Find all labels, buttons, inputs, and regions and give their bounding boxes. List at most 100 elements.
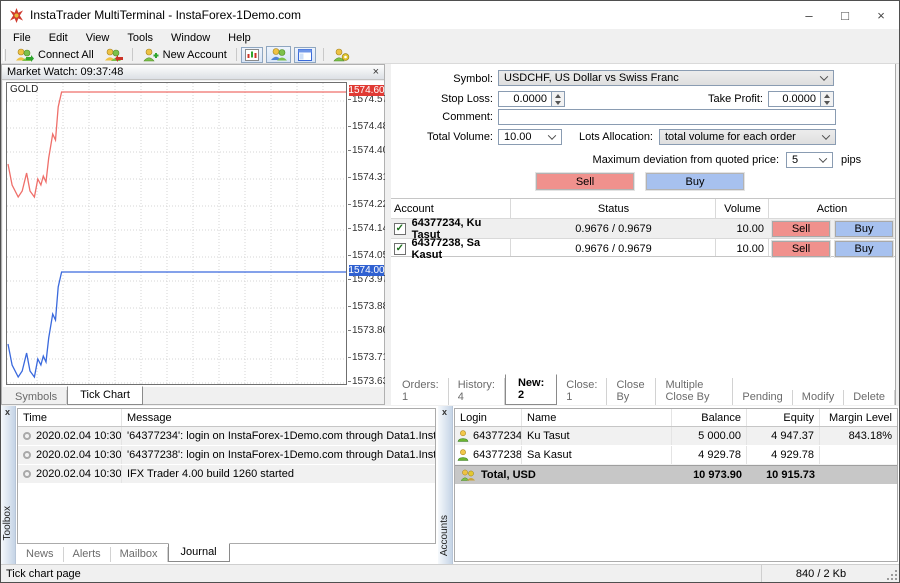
trade-tab-close-1[interactable]: Close: 1 [557, 378, 607, 405]
journal-row[interactable]: 2020.02.04 10:30:4...'64377238': login o… [18, 446, 435, 465]
column-header-volume[interactable]: Volume [716, 199, 769, 218]
take-profit-down-icon[interactable] [821, 99, 833, 106]
toolbox-tab-alerts[interactable]: Alerts [64, 547, 111, 562]
maximize-button[interactable]: □ [827, 1, 863, 29]
row-buy-button[interactable]: Buy [835, 241, 893, 257]
trade-tab-modify[interactable]: Modify [793, 390, 844, 405]
menu-item-tools[interactable]: Tools [118, 31, 162, 45]
trade-panel: Symbol: USDCHF, US Dollar vs Swiss Franc… [391, 64, 896, 405]
trade-row-account[interactable]: ✓ 64377238, Sa Kasut [394, 239, 509, 258]
chevron-down-icon [820, 72, 828, 80]
column-header-account[interactable]: Account [394, 199, 509, 218]
column-header-message[interactable]: Message [122, 409, 435, 426]
column-header-status[interactable]: Status [511, 199, 716, 218]
minimize-button[interactable]: – [791, 1, 827, 29]
tab-symbols[interactable]: Symbols [6, 390, 67, 405]
toolbox-close-icon[interactable]: x [5, 407, 10, 417]
account-checkbox[interactable]: ✓ [394, 243, 406, 255]
journal-time: 2020.02.04 10:30:4... [36, 430, 122, 442]
trade-tab-close-by[interactable]: Close By [607, 378, 656, 405]
status-bar: Tick chart page 840 / 2 Kb [1, 564, 899, 582]
account-margin-level: 843.18% [820, 427, 897, 445]
column-header-login[interactable]: Login [455, 409, 522, 426]
column-header-action[interactable]: Action [769, 199, 895, 218]
take-profit-up-icon[interactable] [821, 92, 833, 99]
trade-tab-delete[interactable]: Delete [844, 390, 895, 405]
deviation-unit-label: pips [841, 154, 861, 166]
menu-item-view[interactable]: View [77, 31, 119, 45]
toolbox-tab-mailbox[interactable]: Mailbox [111, 547, 168, 562]
journal-row[interactable]: 2020.02.04 10:30:4...'64377234': login o… [18, 427, 435, 446]
row-buy-button[interactable]: Buy [835, 221, 893, 237]
toolbox-tab-journal[interactable]: Journal [168, 543, 230, 562]
toolbox-tab-news[interactable]: News [17, 547, 64, 562]
accounts-side-strip: x Accounts [438, 406, 453, 564]
price-axis-label: 1574.14 [352, 223, 388, 234]
account-label: 64377238, Sa Kasut [412, 237, 509, 261]
accounts-total-row: Total, USD 10 973.90 10 915.73 [455, 465, 897, 484]
column-header-equity[interactable]: Equity [747, 409, 820, 426]
comment-input[interactable] [498, 109, 836, 125]
buy-button[interactable]: Buy [646, 173, 744, 190]
account-row[interactable]: 64377238Sa Kasut4 929.784 929.78 [455, 446, 897, 465]
title-bar: InstaTrader MultiTerminal - InstaForex-1… [1, 1, 899, 29]
toolbox-side-strip: x Toolbox [1, 406, 16, 564]
market-watch-panel: Market Watch: 09:37:48 × GOLD 1574.57157… [1, 64, 385, 405]
row-sell-button[interactable]: Sell [772, 241, 830, 257]
stop-loss-input[interactable] [499, 92, 550, 106]
menu-item-edit[interactable]: Edit [40, 31, 77, 45]
account-equity: 4 947.37 [747, 427, 820, 445]
trade-tab-history-4[interactable]: History: 4 [449, 378, 505, 405]
trade-row-account[interactable]: ✓64377234, Ku Tasut [394, 219, 509, 238]
deviation-value: 5 [792, 154, 798, 166]
sell-button[interactable]: Sell [536, 173, 634, 190]
stop-loss-up-icon[interactable] [552, 92, 564, 99]
market-watch-close-icon[interactable]: × [373, 67, 379, 77]
account-checkbox[interactable]: ✓ [394, 223, 406, 235]
column-header-time[interactable]: Time [18, 409, 122, 426]
tab-tick-chart[interactable]: Tick Chart [67, 386, 143, 405]
layout-toggle-button[interactable] [294, 47, 316, 63]
deviation-select[interactable]: 5 [786, 152, 833, 168]
resize-grip-icon[interactable] [885, 568, 897, 580]
tick-chart: GOLD 1574.571574.481574.401574.311574.22… [3, 81, 384, 387]
symbol-select[interactable]: USDCHF, US Dollar vs Swiss Franc [498, 70, 834, 86]
price-axis-label: 1574.22 [352, 199, 388, 210]
disconnect-all-button[interactable] [99, 47, 128, 63]
menu-item-file[interactable]: File [4, 31, 40, 45]
column-header-margin-level[interactable]: Margin Level [820, 409, 897, 426]
close-button[interactable]: × [863, 1, 899, 29]
chevron-down-icon [822, 131, 830, 139]
accounts-view-toggle-button[interactable] [266, 46, 291, 63]
window-title: InstaTrader MultiTerminal - InstaForex-1… [30, 8, 301, 22]
accounts-close-icon[interactable]: x [442, 407, 447, 417]
market-watch-icon [245, 49, 259, 61]
toolbar-grip[interactable] [3, 49, 6, 61]
total-volume-label: Total Volume: [396, 131, 493, 143]
row-sell-button[interactable]: Sell [772, 221, 830, 237]
account-row[interactable]: 64377234Ku Tasut5 000.004 947.37843.18% [455, 427, 897, 446]
take-profit-input[interactable] [769, 92, 819, 106]
lots-allocation-select[interactable]: total volume for each order [659, 129, 836, 145]
price-axis-label: 1573.63 [352, 376, 388, 387]
journal-row[interactable]: 2020.02.04 10:30:3...IFX Trader 4.00 bui… [18, 465, 435, 484]
trade-tab-pending[interactable]: Pending [733, 390, 792, 405]
options-button[interactable] [328, 47, 355, 63]
account-login-cell: 64377238 [455, 446, 522, 464]
market-watch-toggle-button[interactable] [241, 47, 263, 63]
deviation-label: Maximum deviation from quoted price: [529, 154, 779, 166]
stop-loss-down-icon[interactable] [552, 99, 564, 106]
trade-tab-orders-1[interactable]: Orders: 1 [393, 378, 449, 405]
total-label: Total, USD [481, 469, 536, 481]
trade-tab-new-2[interactable]: New: 2 [505, 374, 557, 405]
price-axis: 1574.571574.481574.401574.311574.221574.… [349, 82, 384, 385]
column-header-name[interactable]: Name [522, 409, 672, 426]
connect-all-button[interactable]: Connect All [10, 47, 99, 63]
new-account-button[interactable]: New Account [137, 47, 232, 63]
comment-label: Comment: [396, 111, 493, 123]
menu-item-help[interactable]: Help [219, 31, 260, 45]
menu-item-window[interactable]: Window [162, 31, 219, 45]
account-name: Ku Tasut [522, 427, 672, 445]
column-header-balance[interactable]: Balance [672, 409, 747, 426]
trade-tab-multiple-close-by[interactable]: Multiple Close By [656, 378, 733, 405]
